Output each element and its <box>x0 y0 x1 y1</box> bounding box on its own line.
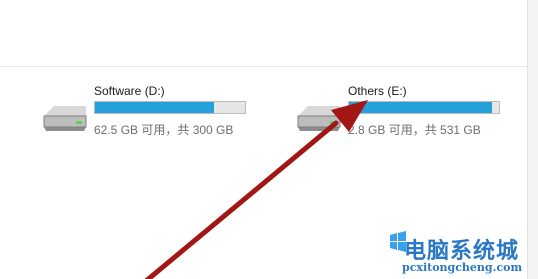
hard-drive-icon <box>297 106 341 131</box>
hard-drive-icon <box>43 106 87 131</box>
drive-space-text: 2.8 GB 可用，共 531 GB <box>348 123 481 137</box>
drive-name: Software (D:) <box>94 84 165 98</box>
drive-usage-bar <box>94 101 246 114</box>
drive-usage-fill <box>95 102 214 113</box>
drive-software-d[interactable]: Software (D:) 62.5 GB 可用，共 300 GB <box>40 80 250 140</box>
drive-space-text: 62.5 GB 可用，共 300 GB <box>94 123 234 137</box>
window-content-top <box>0 0 538 66</box>
drive-name: Others (E:) <box>348 84 407 98</box>
drive-usage-fill <box>349 102 492 113</box>
drive-usage-bar <box>348 101 500 114</box>
section-divider <box>0 66 538 67</box>
drive-others-e[interactable]: Others (E:) 2.8 GB 可用，共 531 GB <box>294 80 504 140</box>
watermark: 电脑系统城 pcxitongcheng.com <box>388 231 536 277</box>
watermark-url: pcxitongcheng.com <box>402 261 523 274</box>
